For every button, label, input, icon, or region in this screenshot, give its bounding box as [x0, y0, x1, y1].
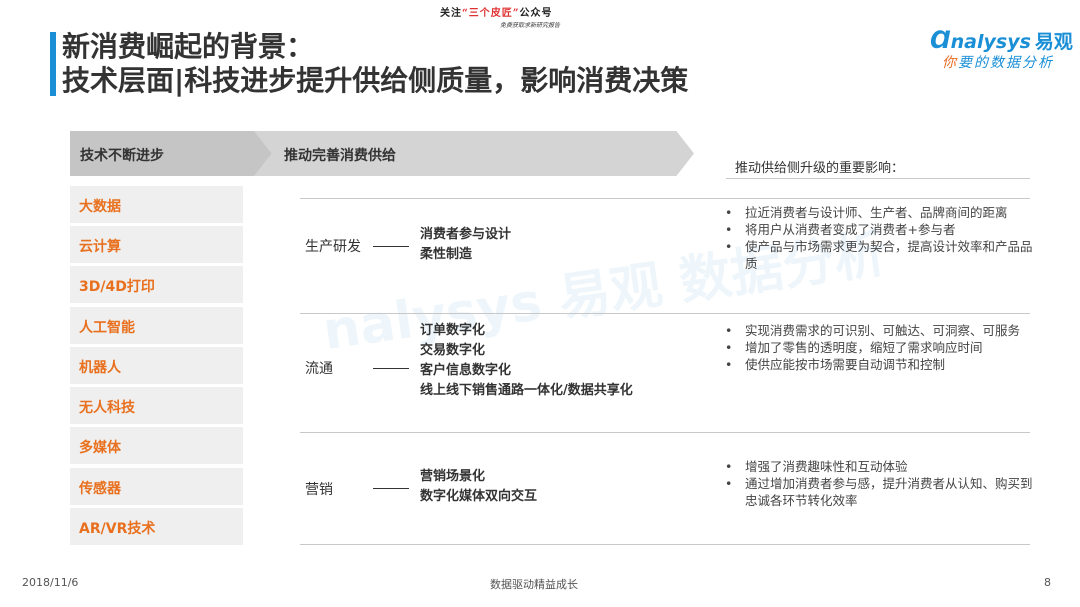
connector-line — [373, 488, 409, 489]
tech-item-label: 多媒体 — [79, 440, 121, 456]
tech-item: 3D/4D打印 — [70, 266, 243, 303]
tech-item-label: 3D/4D打印 — [79, 279, 155, 295]
sub-item: 线上线下销售通路一体化/数据共享化 — [420, 383, 633, 398]
tech-item-label: 无人科技 — [79, 400, 135, 416]
sub-item: 交易数字化 — [420, 343, 486, 358]
connector-line — [373, 246, 409, 247]
tech-item-label: 机器人 — [79, 360, 121, 376]
tech-item-label: 传感器 — [79, 481, 121, 497]
section-divider — [300, 544, 1030, 545]
logo-tagline-prefix: 你 — [942, 55, 958, 71]
bullet-item: • 增加了零售的透明度，缩短了需求响应时间 — [725, 340, 983, 355]
tech-item-label: 大数据 — [79, 199, 121, 215]
section-divider — [300, 432, 1030, 433]
page-title: 新消费崛起的背景： — [62, 30, 315, 63]
tech-item: 人工智能 — [70, 307, 243, 344]
analysys-logo: Ɑnalysys 易观 — [930, 26, 1073, 54]
logo-brand: nalysys — [950, 31, 1031, 53]
section-divider — [300, 198, 1030, 199]
bullets-circulation: • 实现消费需求的可识别、可触达、可洞察、可服务 • 增加了零售的透明度，缩短了需求… — [723, 322, 1043, 373]
bullet-item: • 增强了消费趣味性和互动体验 — [725, 459, 908, 474]
top-note-prefix: 关注 — [440, 8, 462, 19]
impact-title: 推动供给侧升级的重要影响： — [735, 161, 905, 176]
tech-item-label: 云计算 — [79, 239, 121, 255]
supply-header-label: 推动完善消费供给 — [284, 148, 396, 164]
tech-item: 大数据 — [70, 186, 243, 223]
tech-item: 多媒体 — [70, 427, 243, 464]
sub-item: 营销场景化 — [420, 469, 486, 484]
top-note-suffix: 公众号 — [519, 8, 553, 19]
tech-item: AR/VR技术 — [70, 508, 243, 545]
bullet-item: • 使供应能按市场需要自动调节和控制 — [725, 357, 946, 372]
tech-item-label: 人工智能 — [79, 320, 135, 336]
bullet-item: • 将用户从消费者变成了消费者+参与者 — [725, 222, 956, 237]
tech-item: 云计算 — [70, 226, 243, 263]
tech-item: 传感器 — [70, 468, 243, 505]
bullets-production: • 拉近消费者与设计师、生产者、品牌商间的距离 • 将用户从消费者变成了消费者+参与… — [723, 204, 1043, 272]
impact-title-divider — [726, 178, 1030, 179]
bullet-item: • 通过增加消费者参与感，提升消费者从认知、购买到忠诚各环节转化效率 — [725, 476, 1033, 508]
section-divider — [300, 313, 1030, 314]
footer-slogan: 数据驱动精益成长 — [490, 578, 578, 591]
top-note-subline: 免费获取求新研究报告 — [500, 22, 561, 29]
tech-header: 技术不断进步 — [70, 131, 280, 176]
tech-item: 无人科技 — [70, 387, 243, 424]
sub-item: 订单数字化 — [420, 323, 486, 338]
title-accent-bar — [50, 32, 56, 96]
logo-a-icon: Ɑ — [930, 26, 951, 54]
logo-tagline: 你要的数据分析 — [942, 52, 1054, 72]
bullets-marketing: • 增强了消费趣味性和互动体验 • 通过增加消费者参与感，提升消费者从认知、购买到忠… — [723, 458, 1043, 509]
category-production: 生产研发 — [305, 239, 361, 255]
logo-tagline-text: 要的数据分析 — [958, 55, 1054, 71]
bullet-item: • 拉近消费者与设计师、生产者、品牌商间的距离 — [725, 205, 1008, 220]
sub-list-marketing: 营销场景化 数字化媒体双向交互 — [420, 467, 537, 507]
sub-item: 数字化媒体双向交互 — [420, 489, 538, 504]
sub-item: 柔性制造 — [420, 247, 473, 262]
page-number: 8 — [1044, 576, 1051, 589]
bullet-item: • 使产品与市场需求更为契合，提高设计效率和产品品质 — [725, 239, 1033, 271]
tech-item: 机器人 — [70, 347, 243, 384]
top-note-highlight: “三个皮匠” — [462, 8, 520, 19]
page-subtitle: 技术层面|科技进步提升供给侧质量，影响消费决策 — [62, 64, 689, 97]
logo-brand-cn: 易观 — [1034, 31, 1073, 53]
footer-date: 2018/11/6 — [22, 576, 79, 589]
category-marketing: 营销 — [305, 482, 333, 498]
sub-item: 消费者参与设计 — [420, 227, 512, 242]
sub-list-circulation: 订单数字化 交易数字化 客户信息数字化 线上线下销售通路一体化/数据共享化 — [420, 321, 633, 401]
connector-line — [373, 368, 409, 369]
category-circulation: 流通 — [305, 361, 333, 377]
tech-header-label: 技术不断进步 — [80, 148, 164, 164]
sub-item: 客户信息数字化 — [420, 363, 512, 378]
tech-item-label: AR/VR技术 — [79, 521, 156, 537]
bullet-item: • 实现消费需求的可识别、可触达、可洞察、可服务 — [725, 323, 1021, 338]
sub-list-production: 消费者参与设计 柔性制造 — [420, 225, 511, 265]
top-note: 关注“三个皮匠”公众号 — [440, 4, 553, 19]
supply-header-arrow: 推动完善消费供给 — [254, 131, 694, 176]
